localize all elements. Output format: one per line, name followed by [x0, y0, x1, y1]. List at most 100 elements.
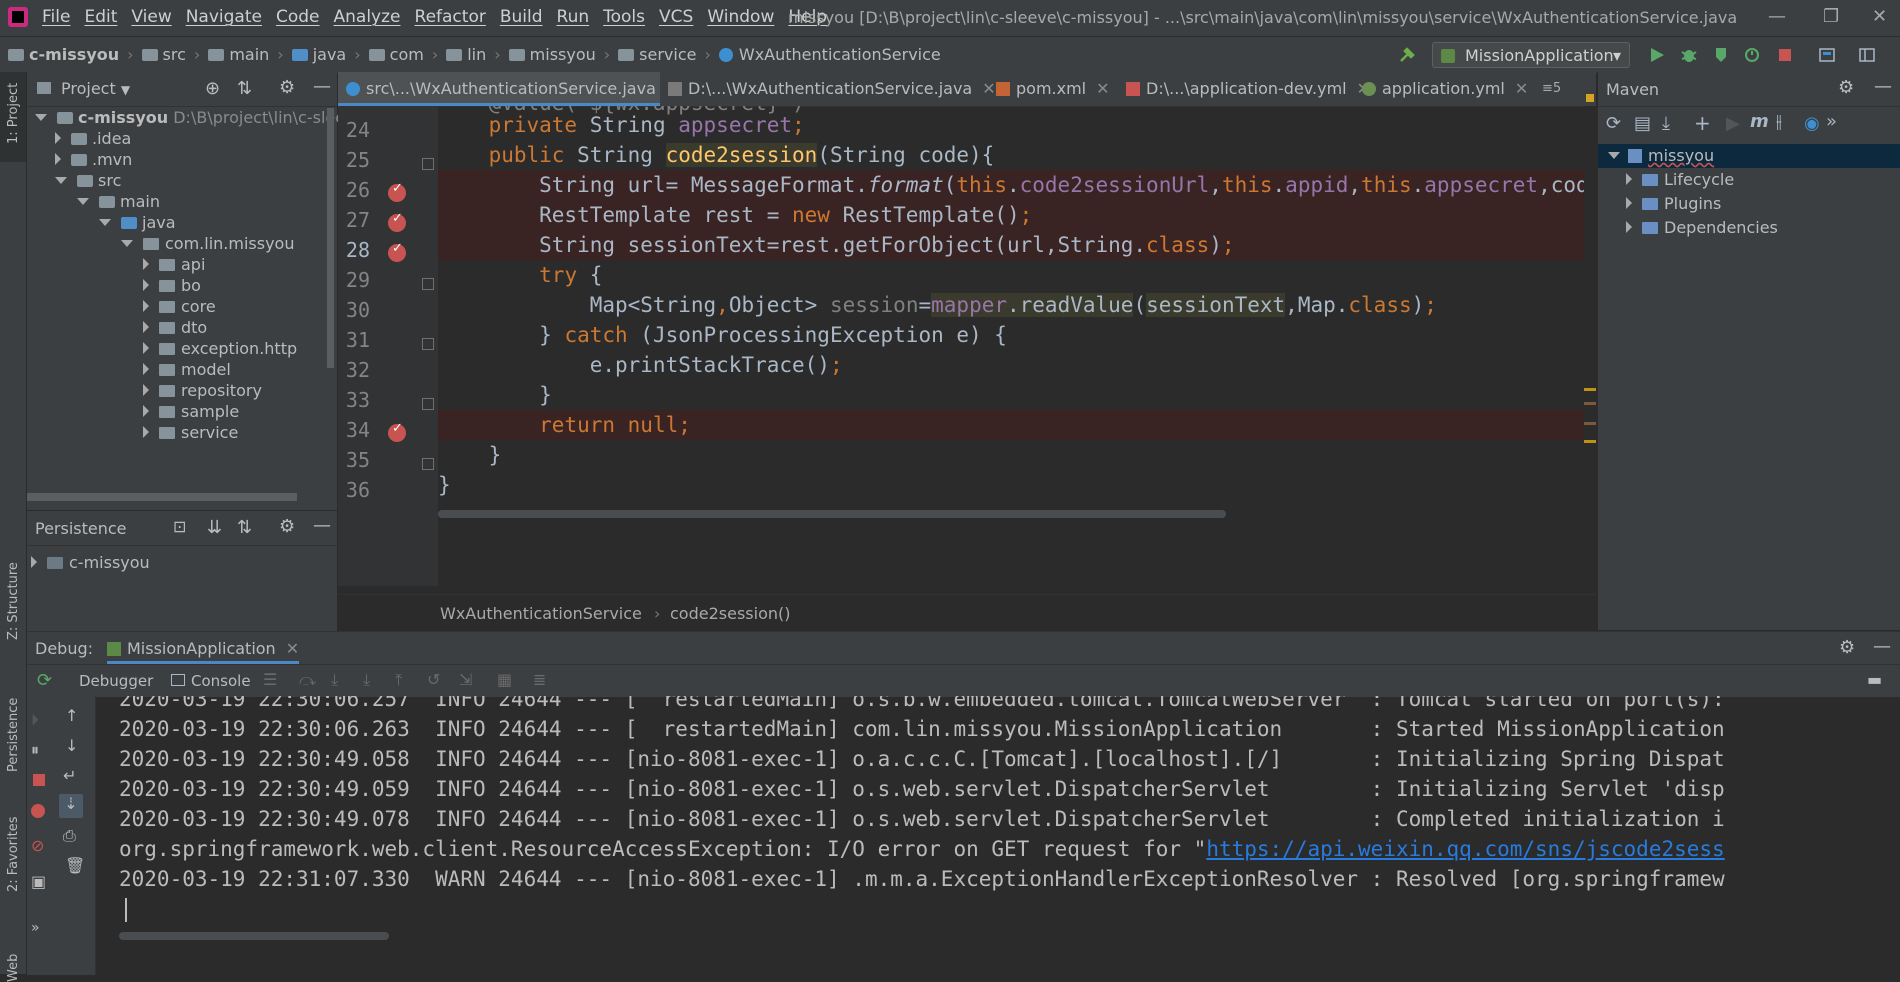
tab-application[interactable]: application.yml ✕: [1354, 72, 1534, 106]
fold-icon[interactable]: [422, 338, 434, 350]
editor-crumb-class[interactable]: WxAuthenticationService: [440, 604, 642, 623]
structure-tool-button[interactable]: Z: Structure: [6, 562, 21, 640]
horizontal-scrollbar[interactable]: [119, 932, 389, 940]
menu-navigate[interactable]: Navigate: [186, 7, 262, 27]
persistence-item[interactable]: c-missyou: [31, 553, 150, 578]
tab-overflow-button[interactable]: ≡5: [1534, 72, 1592, 106]
horizontal-scrollbar[interactable]: [438, 510, 1226, 518]
generate-sources-icon[interactable]: ▤: [1634, 113, 1651, 134]
run-icon[interactable]: [1648, 46, 1666, 64]
project-structure-icon[interactable]: [1818, 46, 1836, 64]
gear-icon[interactable]: ⚙: [1839, 637, 1855, 658]
fold-icon[interactable]: [422, 458, 434, 470]
toggle-offline-icon[interactable]: ⫲: [1776, 111, 1782, 132]
up-arrow-icon[interactable]: ↑: [65, 706, 78, 725]
fold-icon[interactable]: [422, 158, 434, 170]
project-tool-button[interactable]: 1: Project: [6, 83, 21, 144]
stop-icon[interactable]: [1776, 46, 1794, 64]
vertical-scrollbar[interactable]: [327, 108, 334, 368]
collapse-all-icon[interactable]: ⇅: [237, 78, 252, 99]
stop-icon[interactable]: [33, 774, 45, 786]
scroll-to-end-icon[interactable]: ⇣: [59, 794, 83, 818]
expand-all-icon[interactable]: ⇊: [207, 517, 222, 538]
restore-icon[interactable]: ❐: [1823, 6, 1839, 27]
locate-icon[interactable]: ⊕: [205, 78, 220, 99]
menu-edit[interactable]: Edit: [84, 7, 117, 27]
rerun-icon[interactable]: ⟳: [37, 670, 52, 691]
debug-session-tab[interactable]: MissionApplication ✕: [107, 632, 300, 664]
maven-plugins[interactable]: Plugins: [1626, 194, 1721, 219]
menu-run[interactable]: Run: [557, 7, 590, 27]
maven-dependencies[interactable]: Dependencies: [1626, 218, 1778, 243]
crumb-src[interactable]: src: [141, 45, 186, 64]
reimport-icon[interactable]: ⟳: [1606, 113, 1621, 134]
more-icon[interactable]: »: [1826, 111, 1837, 132]
show-execution-point-icon[interactable]: ☰: [263, 670, 277, 689]
gear-icon[interactable]: ⚙: [279, 516, 295, 537]
crumb-service[interactable]: service: [618, 45, 696, 64]
maven-root-row[interactable]: missyou: [1598, 144, 1900, 168]
step-out-icon[interactable]: ⤒: [395, 670, 402, 690]
fold-icon[interactable]: [422, 398, 434, 410]
hide-panel-icon[interactable]: —: [313, 515, 331, 536]
crumb-java[interactable]: java: [291, 45, 346, 64]
breakpoint-icon[interactable]: [388, 181, 406, 202]
pause-icon[interactable]: ⏸: [31, 740, 39, 760]
hide-panel-icon[interactable]: —: [1874, 76, 1892, 97]
execute-goal-icon[interactable]: m: [1750, 111, 1769, 132]
close-tab-icon[interactable]: ✕: [1096, 79, 1109, 98]
breakpoint-icon[interactable]: [388, 211, 406, 232]
web-tool-button[interactable]: Web: [6, 954, 21, 982]
gear-icon[interactable]: ⚙: [1838, 77, 1854, 98]
breakpoint-icon[interactable]: [388, 241, 406, 262]
crumb-lin[interactable]: lin: [446, 45, 486, 64]
exception-url-link[interactable]: https://api.weixin.qq.com/sns/jscode2ses…: [1206, 837, 1724, 861]
fold-icon[interactable]: [422, 278, 434, 290]
tab-pom[interactable]: pom.xml ✕: [988, 72, 1126, 106]
build-hammer-icon[interactable]: [1398, 46, 1416, 64]
step-over-icon[interactable]: ⤼: [299, 670, 316, 690]
hide-panel-icon[interactable]: —: [1873, 636, 1891, 657]
menu-build[interactable]: Build: [500, 7, 543, 27]
down-arrow-icon[interactable]: ↓: [65, 736, 78, 755]
close-tab-icon[interactable]: ✕: [1515, 79, 1528, 98]
code-area[interactable]: @Value("${wx.appsecret}") private String…: [438, 106, 1584, 586]
console-tab[interactable]: Console: [171, 672, 251, 690]
crumb-main[interactable]: main: [208, 45, 269, 64]
trace-icon[interactable]: ≣: [533, 670, 546, 689]
breakpoint-icon[interactable]: [388, 421, 406, 442]
query-icon[interactable]: ⊡: [173, 517, 186, 536]
project-view-select[interactable]: Project ▼: [61, 79, 130, 98]
minimize-icon[interactable]: —: [1768, 6, 1786, 27]
view-breakpoints-icon[interactable]: [31, 804, 45, 818]
tree-item-service[interactable]: service: [143, 423, 238, 448]
evaluate-icon[interactable]: ▦: [497, 670, 512, 689]
camera-icon[interactable]: ▣: [31, 872, 46, 891]
collapse-all-icon[interactable]: ⇅: [237, 517, 252, 538]
crumb-com[interactable]: com: [368, 45, 424, 64]
coverage-icon[interactable]: [1712, 46, 1730, 64]
menu-file[interactable]: File: [42, 7, 70, 27]
menu-code[interactable]: Code: [276, 7, 320, 27]
resume-icon[interactable]: ⏵: [31, 710, 39, 730]
maven-lifecycle[interactable]: Lifecycle: [1626, 170, 1734, 195]
layout-icon[interactable]: ▬: [1867, 670, 1882, 689]
drop-frame-icon[interactable]: ↺: [427, 670, 440, 689]
gear-icon[interactable]: ⚙: [279, 77, 295, 98]
expand-icon[interactable]: »: [31, 920, 40, 936]
menu-analyze[interactable]: Analyze: [334, 7, 401, 27]
soft-wrap-icon[interactable]: ↵: [63, 766, 76, 785]
menu-view[interactable]: View: [131, 7, 171, 27]
crumb-class[interactable]: WxAuthenticationService: [718, 45, 941, 64]
download-icon[interactable]: ⤓: [1662, 113, 1670, 134]
close-window-icon[interactable]: ✕: [1872, 6, 1887, 27]
debugger-tab[interactable]: Debugger: [79, 672, 153, 690]
hide-panel-icon[interactable]: —: [313, 76, 331, 97]
tab-wxauth-src[interactable]: src\...\WxAuthenticationService.java✕: [338, 72, 679, 106]
run-configuration-select[interactable]: MissionApplication ▾: [1432, 42, 1630, 68]
horizontal-scrollbar[interactable]: [27, 492, 337, 502]
menu-refactor[interactable]: Refactor: [415, 7, 486, 27]
force-step-into-icon[interactable]: ⤓: [363, 670, 370, 690]
error-stripe[interactable]: [1584, 94, 1596, 586]
add-icon[interactable]: +: [1694, 111, 1711, 135]
